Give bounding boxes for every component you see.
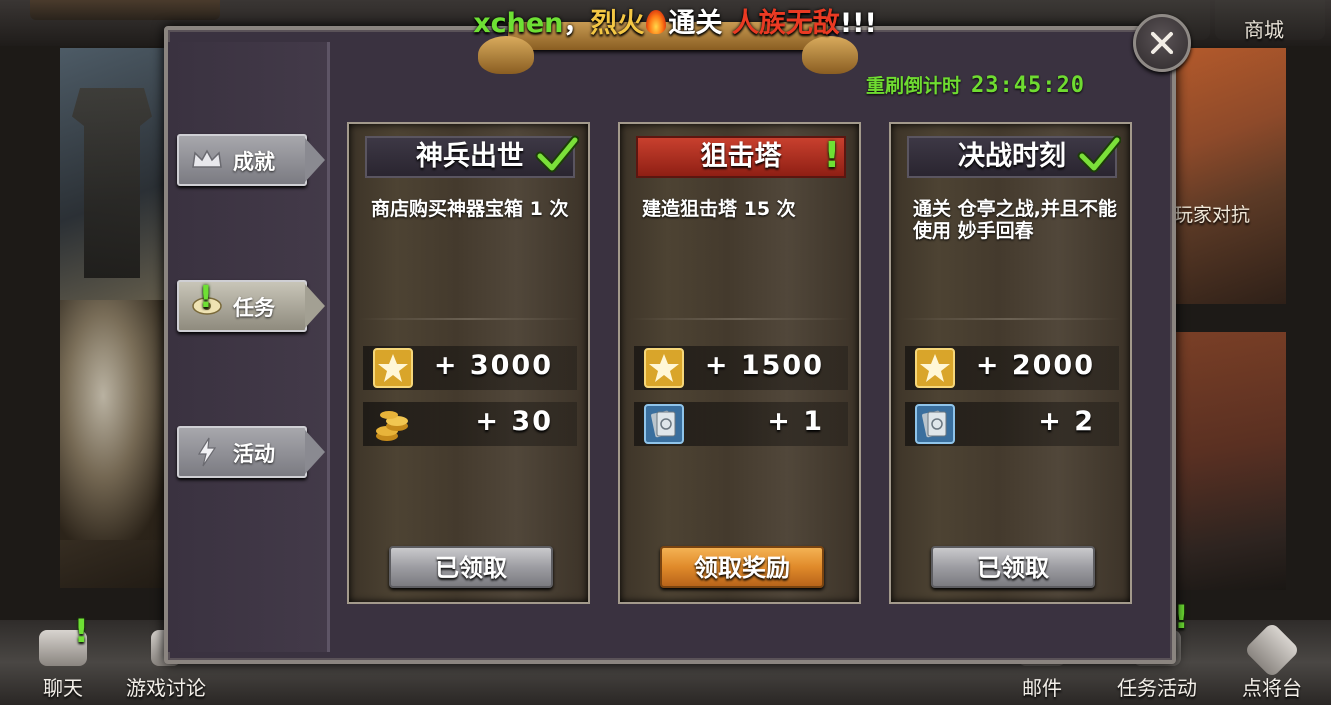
bottom-item-label: 任务活动 (1117, 676, 1197, 700)
star-icon (915, 348, 955, 388)
star-icon (373, 348, 413, 388)
quest-description: 商店购买神器宝箱 1 次 (371, 198, 569, 220)
reward-amount: + 30 (475, 406, 553, 437)
bottom-item-label: 邮件 (1022, 676, 1062, 700)
reward-amount: + 2000 (975, 350, 1095, 381)
quest-title: 狙击塔 ! (636, 136, 846, 178)
general-icon (1243, 621, 1301, 679)
close-icon (1151, 32, 1173, 54)
reward-amount: + 2 (1038, 406, 1095, 437)
quest-card: 决战时刻 通关 仓亭之战,并且不能使用 妙手回春 + 2000 + 2 已领取 (889, 122, 1132, 604)
flame-icon (646, 10, 667, 34)
crown-icon (191, 146, 223, 174)
divider (630, 318, 850, 320)
banner-separator: ， (563, 8, 591, 39)
broadcast-banner: xchen，烈火 通关 人族无敌!!! (215, 4, 1135, 44)
gold-coins-icon (376, 411, 408, 441)
countdown-label: 重刷倒计时 (866, 75, 962, 97)
tab-label: 任务 (233, 296, 275, 320)
banner-player-name: xchen (473, 8, 564, 39)
tower-art (72, 88, 152, 278)
quest-title: 决战时刻 (907, 135, 1121, 178)
tab-label: 成就 (233, 150, 275, 174)
shop-label[interactable]: 商城 (1244, 14, 1284, 43)
banner-stage: 人族无敌 (731, 8, 840, 39)
banner-action: 通关 (668, 8, 723, 39)
check-icon (1077, 135, 1121, 173)
tab-achievements[interactable]: 成就 (177, 134, 327, 186)
battle-panel-art[interactable] (1172, 332, 1286, 590)
reward-amount: + 3000 (433, 350, 553, 381)
tab-label: 活动 (233, 442, 275, 466)
tab-quests[interactable]: ! 任务 (177, 280, 327, 332)
chat-alert-badge: ! (74, 612, 89, 650)
countdown-time: 23:45:20 (971, 73, 1085, 98)
card-icon (644, 404, 684, 444)
quest-title: 神兵出世 (365, 135, 579, 178)
close-button[interactable] (1133, 14, 1191, 72)
card-icon (915, 404, 955, 444)
bottom-item-general[interactable]: 点将台 (1234, 621, 1310, 701)
reward-row: + 2000 (905, 346, 1119, 390)
bottom-item-label: 点将台 (1242, 676, 1302, 700)
claim-reward-button[interactable]: 领取奖励 (660, 546, 824, 588)
quest-title-text: 决战时刻 (958, 141, 1066, 172)
reward-row: + 3000 (363, 346, 577, 390)
quests-tab-alert: ! (199, 280, 213, 315)
pvp-panel-art[interactable] (1172, 48, 1286, 304)
banner-suffix: !!! (839, 8, 877, 39)
divider (901, 318, 1121, 320)
quest-description: 建造狙击塔 15 次 (642, 198, 796, 220)
banner-adjective: 烈火 (590, 8, 645, 39)
check-icon (535, 135, 579, 173)
divider (359, 318, 579, 320)
claimed-button[interactable]: 已领取 (389, 546, 553, 588)
reward-amount: + 1500 (704, 350, 824, 381)
bottom-item-label: 聊天 (43, 676, 83, 700)
top-left-resource (30, 0, 220, 20)
quest-description: 通关 仓亭之战,并且不能使用 妙手回春 (913, 198, 1117, 242)
tab-events[interactable]: 活动 (177, 426, 327, 478)
lightning-icon (191, 437, 223, 467)
bottom-item-label: 游戏讨论 (126, 676, 206, 700)
pvp-label: 玩家对抗 (1174, 204, 1251, 226)
quest-alert-badge: ! (823, 135, 840, 176)
quests-alert-badge: ! (1174, 598, 1189, 636)
quest-title-text: 神兵出世 (416, 141, 524, 172)
reward-row: + 1 (634, 402, 848, 446)
reward-row: + 2 (905, 402, 1119, 446)
general-portrait-art (60, 300, 168, 540)
reward-amount: + 1 (767, 406, 824, 437)
refresh-countdown: 重刷倒计时 23:45:20 (866, 71, 1085, 98)
claimed-button[interactable]: 已领取 (931, 546, 1095, 588)
quest-card: 狙击塔 ! 建造狙击塔 15 次 + 1500 + 1 领取奖励 (618, 122, 861, 604)
quest-card: 神兵出世 商店购买神器宝箱 1 次 + 3000 + 30 已领取 (347, 122, 590, 604)
reward-row: + 30 (363, 402, 577, 446)
quest-title-text: 狙击塔 (700, 141, 782, 172)
star-icon (644, 348, 684, 388)
reward-row: + 1500 (634, 346, 848, 390)
